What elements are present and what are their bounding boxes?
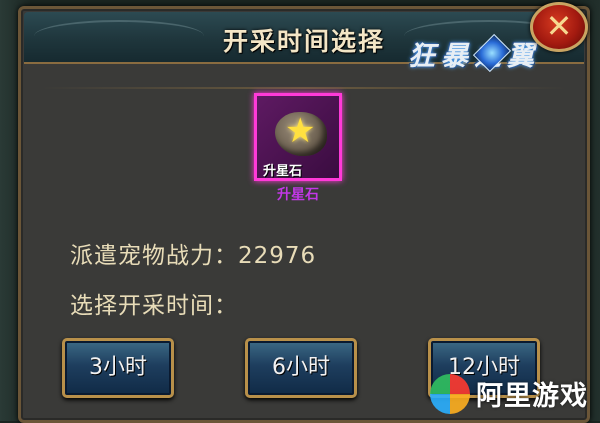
aliyouxi-logo-icon (430, 374, 470, 414)
time-option-3h-button[interactable]: 3小时 (62, 338, 174, 398)
reward-item-name: 升星石 (277, 187, 319, 203)
pet-power-label: 派遣宠物战力： (70, 243, 238, 269)
choose-time-label: 选择开采时间： (70, 293, 238, 319)
pet-power-value: 22976 (238, 243, 317, 269)
close-button[interactable]: ✕ (530, 2, 588, 52)
watermark-text: 阿里游戏 (476, 381, 588, 412)
divider (41, 87, 567, 89)
pet-power-row: 派遣宠物战力：22976 (70, 236, 316, 270)
time-option-6h-button[interactable]: 6小时 (245, 338, 357, 398)
watermark: 阿里游戏 (420, 368, 598, 418)
item-slot-label: 升星石 (263, 164, 303, 179)
star-icon: ★ (285, 111, 316, 151)
reward-item-slot[interactable]: ★ 升星石 (254, 93, 342, 181)
